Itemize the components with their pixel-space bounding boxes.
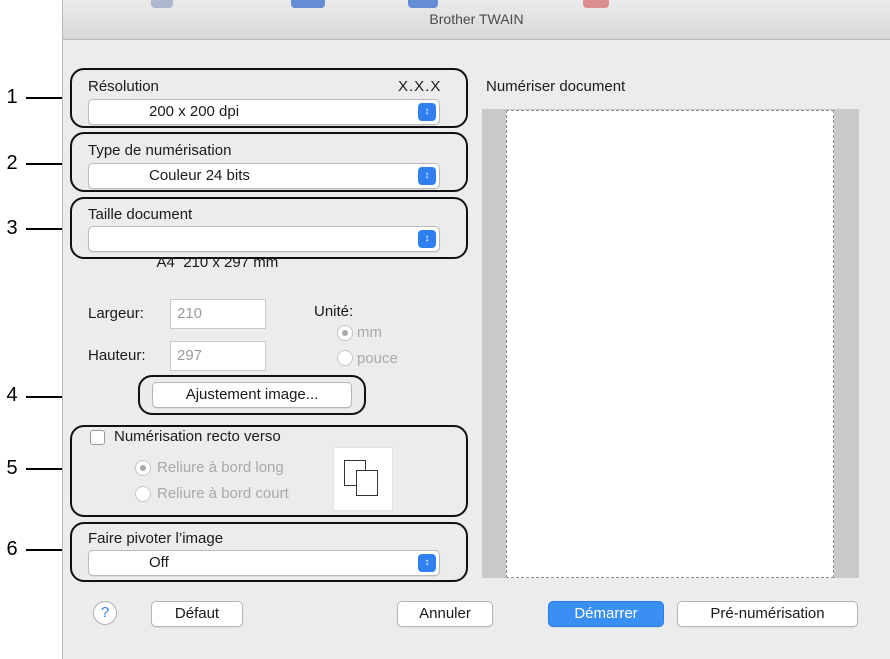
short-edge-radio[interactable] xyxy=(135,486,151,502)
callout-2: 2 xyxy=(6,152,18,174)
scan-type-value: Couleur 24 bits xyxy=(149,167,250,184)
duplex-checkbox[interactable] xyxy=(90,430,105,445)
callout-1: 1 xyxy=(6,86,18,108)
duplex-label: Numérisation recto verso xyxy=(114,428,281,445)
version-label: X.X.X xyxy=(398,78,442,95)
resolution-label: Résolution xyxy=(88,78,159,95)
chevron-updown-icon: ↕ xyxy=(418,230,436,248)
callout-4: 4 xyxy=(6,384,18,406)
resolution-value: 200 x 200 dpi xyxy=(149,103,240,120)
unit-mm-label: mm xyxy=(357,324,382,341)
window-title: Brother TWAIN xyxy=(429,11,524,27)
doc-size-value: A4 210 x 297 mm xyxy=(156,254,279,271)
long-edge-label: Reliure à bord long xyxy=(157,459,284,476)
doc-size-label: Taille document xyxy=(88,206,193,223)
scan-type-label: Type de numérisation xyxy=(88,142,232,159)
callout-6: 6 xyxy=(6,538,18,560)
titlebar-decoration xyxy=(583,0,609,8)
width-label: Largeur: xyxy=(88,305,144,322)
image-adjust-button[interactable]: Ajustement image... xyxy=(152,382,352,408)
default-button[interactable]: Défaut xyxy=(151,601,243,627)
long-edge-radio[interactable] xyxy=(135,460,151,476)
preview-label: Numériser document xyxy=(486,78,626,95)
short-edge-label: Reliure à bord court xyxy=(157,485,289,502)
rotate-select[interactable]: Off ↕ xyxy=(88,550,440,576)
unit-mm-radio[interactable] xyxy=(337,325,353,341)
chevron-updown-icon: ↕ xyxy=(418,167,436,185)
chevron-updown-icon: ↕ xyxy=(418,554,436,572)
doc-size-select[interactable]: A4 210 x 297 mm ↕ xyxy=(88,226,440,271)
help-icon[interactable]: ? xyxy=(93,601,117,625)
unit-label: Unité: xyxy=(314,303,354,320)
unit-inch-label: pouce xyxy=(357,350,398,367)
height-field[interactable]: 297 xyxy=(170,341,266,371)
resolution-select[interactable]: 200 x 200 dpi ↕ xyxy=(88,99,440,125)
prescan-button[interactable]: Pré-numérisation xyxy=(677,601,858,627)
width-field[interactable]: 210 xyxy=(170,299,266,329)
scan-type-select[interactable]: Couleur 24 bits ↕ xyxy=(88,163,440,189)
chevron-updown-icon: ↕ xyxy=(418,103,436,121)
preview-page xyxy=(506,110,834,578)
start-button[interactable]: Démarrer xyxy=(548,601,664,627)
titlebar-decoration xyxy=(408,0,438,8)
cancel-button[interactable]: Annuler xyxy=(397,601,493,627)
duplex-pages-icon xyxy=(333,447,393,511)
callout-5: 5 xyxy=(6,457,18,479)
titlebar-decoration xyxy=(151,0,173,8)
rotate-label: Faire pivoter l’image xyxy=(88,530,224,547)
rotate-value: Off xyxy=(149,554,169,571)
callout-3: 3 xyxy=(6,217,18,239)
titlebar-decoration xyxy=(291,0,325,8)
unit-inch-radio[interactable] xyxy=(337,350,353,366)
window-titlebar: Brother TWAIN xyxy=(63,0,890,40)
height-label: Hauteur: xyxy=(88,347,146,364)
